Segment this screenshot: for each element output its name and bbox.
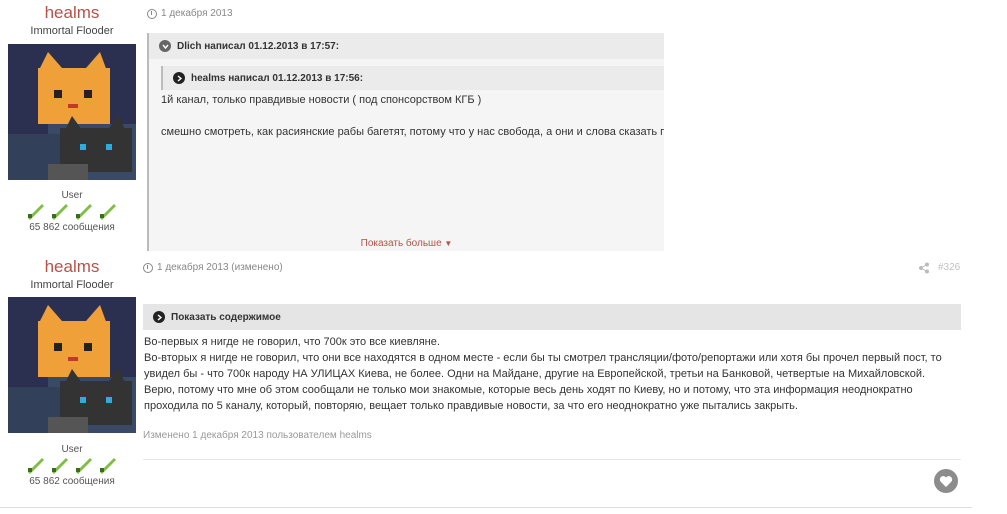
post-count: 65 862 сообщения <box>29 222 115 233</box>
like-button[interactable] <box>934 469 958 493</box>
author-role: User <box>61 444 83 455</box>
sword-badge-icon <box>28 458 44 474</box>
post-date[interactable]: 1 декабря 2013 (изменено) <box>143 262 283 273</box>
sword-badge-icon <box>76 458 92 474</box>
nested-quote-header[interactable]: healms написал 01.12.2013 в 17:56: <box>163 66 664 90</box>
sword-badge-icon <box>52 204 68 220</box>
spoiler-label: Показать содержимое <box>171 311 281 323</box>
post-paragraph: Верю, потому что мне об этом сообщали не… <box>144 384 913 412</box>
author-title: Immortal Flooder <box>30 25 114 37</box>
post-count: 65 862 сообщения <box>29 476 115 487</box>
badge-row <box>26 456 122 474</box>
spoiler-toggle[interactable]: Показать содержимое <box>143 304 961 330</box>
share-icon[interactable] <box>918 262 930 274</box>
post-paragraph: Во-вторых я нигде не говорил, что они вс… <box>144 352 942 380</box>
post-paragraph: Во-первых я нигде не говорил, что 700к э… <box>144 336 440 348</box>
author-name[interactable]: healms <box>0 257 144 277</box>
badge-row <box>26 202 122 220</box>
show-more-label: Показать больше <box>360 238 442 249</box>
quote-author: Dlich написал 01.12.2013 в 17:57: <box>177 40 340 52</box>
caret-down-icon: ▼ <box>444 239 453 248</box>
sword-badge-icon <box>100 204 116 220</box>
post-date-text: 1 декабря 2013 <box>161 8 233 19</box>
nested-quote: healms написал 01.12.2013 в 17:56: <box>161 66 664 90</box>
cat-avatar-image <box>8 44 136 180</box>
show-more-link[interactable]: Показать больше ▼ <box>149 238 664 249</box>
post-date-text: 1 декабря 2013 (изменено) <box>157 262 283 273</box>
author-panel: healms Immortal Flooder <box>0 257 144 291</box>
cat-avatar-image <box>8 297 136 433</box>
nested-quote-author: healms написал 01.12.2013 в 17:56: <box>191 72 364 84</box>
divider <box>143 459 961 460</box>
author-title: Immortal Flooder <box>30 279 114 291</box>
sword-badge-icon <box>28 204 44 220</box>
sword-badge-icon <box>52 458 68 474</box>
post-body: Во-первых я нигде не говорил, что 700к э… <box>144 334 964 414</box>
divider <box>0 507 972 508</box>
sword-badge-icon <box>100 458 116 474</box>
author-role: User <box>61 190 83 201</box>
clock-icon <box>143 262 153 273</box>
chevron-right-icon <box>153 311 165 323</box>
heart-icon <box>939 475 953 487</box>
quote-text-line: смешно смотреть, как расиянские рабы баг… <box>161 126 664 138</box>
edited-note: Изменено 1 декабря 2013 пользователем he… <box>143 430 372 441</box>
avatar[interactable] <box>8 297 136 433</box>
chevron-right-icon <box>173 72 185 84</box>
avatar[interactable] <box>8 44 136 180</box>
post-date[interactable]: 1 декабря 2013 <box>147 8 233 19</box>
author-name[interactable]: healms <box>0 3 144 23</box>
sword-badge-icon <box>76 204 92 220</box>
quote-header[interactable]: Dlich написал 01.12.2013 в 17:57: <box>149 33 664 59</box>
author-panel: healms Immortal Flooder <box>0 3 144 37</box>
quote-block: Dlich написал 01.12.2013 в 17:57: healms… <box>147 33 664 251</box>
chevron-down-icon <box>159 40 171 52</box>
quote-text-line: 1й канал, только правдивые новости ( под… <box>161 94 482 106</box>
post-number-link[interactable]: #326 <box>938 262 960 273</box>
clock-icon <box>147 8 157 19</box>
